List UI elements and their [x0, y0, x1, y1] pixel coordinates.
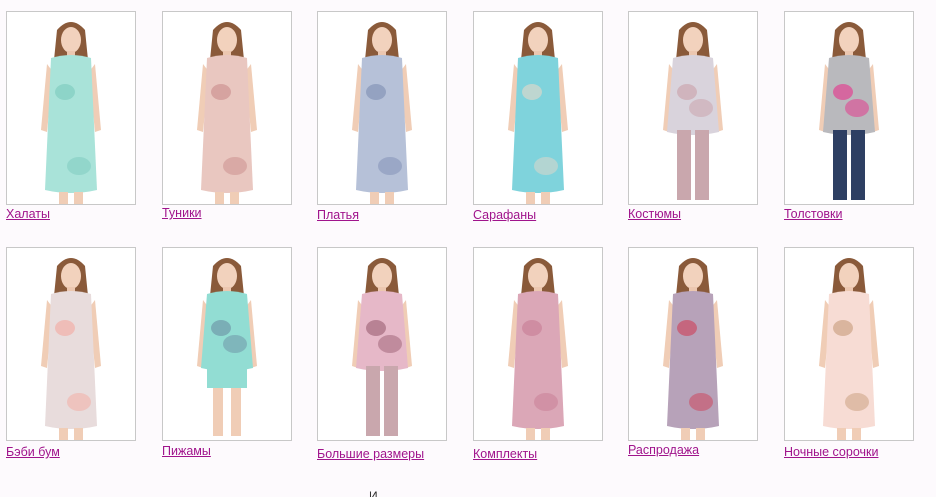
category-card[interactable]: Бэби бум	[6, 247, 136, 459]
category-image-link[interactable]	[317, 247, 447, 441]
category-link[interactable]: Толстовки	[784, 207, 843, 221]
model-photo	[163, 12, 291, 204]
model-photo	[785, 12, 913, 204]
category-card[interactable]: Сарафаны	[473, 11, 603, 222]
footer-text-fragment: И	[369, 489, 378, 497]
model-photo	[785, 248, 913, 440]
category-link[interactable]: Сарафаны	[473, 208, 536, 222]
category-image-link[interactable]	[6, 247, 136, 441]
category-link[interactable]: Туники	[162, 206, 202, 220]
category-card[interactable]: Ночные сорочки	[784, 247, 914, 459]
category-card[interactable]: Платья	[317, 11, 447, 222]
model-photo	[474, 12, 602, 204]
category-image-link[interactable]	[628, 247, 758, 441]
category-image-link[interactable]	[6, 11, 136, 205]
model-photo	[629, 12, 757, 204]
category-link[interactable]: Ночные сорочки	[784, 445, 878, 459]
category-link[interactable]: Бэби бум	[6, 445, 60, 459]
category-image-link[interactable]	[162, 247, 292, 441]
model-photo	[7, 12, 135, 204]
category-link[interactable]: Распродажа	[628, 443, 699, 457]
category-link[interactable]: Халаты	[6, 207, 50, 221]
category-card[interactable]: Пижамы	[162, 247, 292, 458]
category-image-link[interactable]	[784, 247, 914, 441]
model-photo	[7, 248, 135, 440]
model-photo	[474, 248, 602, 440]
category-grid: Халаты Туники Платья Сарафаны Костюмы Толстов…	[0, 0, 936, 497]
category-link[interactable]: Пижамы	[162, 444, 211, 458]
category-card[interactable]: Халаты	[6, 11, 136, 221]
category-link[interactable]: Костюмы	[628, 207, 681, 221]
category-card[interactable]: Толстовки	[784, 11, 914, 221]
model-photo	[318, 12, 446, 204]
category-image-link[interactable]	[162, 11, 292, 205]
model-photo	[629, 248, 757, 440]
category-card[interactable]: Комплекты	[473, 247, 603, 461]
category-link[interactable]: Большие размеры	[317, 447, 424, 461]
category-link[interactable]: Комплекты	[473, 447, 537, 461]
model-photo	[318, 248, 446, 440]
category-card[interactable]: Распродажа	[628, 247, 758, 457]
model-photo	[163, 248, 291, 440]
category-link[interactable]: Платья	[317, 208, 359, 222]
category-card[interactable]: Туники	[162, 11, 292, 220]
category-image-link[interactable]	[473, 11, 603, 205]
category-card[interactable]: Большие размеры	[317, 247, 447, 461]
category-image-link[interactable]	[317, 11, 447, 205]
category-card[interactable]: Костюмы	[628, 11, 758, 221]
category-image-link[interactable]	[628, 11, 758, 205]
category-image-link[interactable]	[473, 247, 603, 441]
category-image-link[interactable]	[784, 11, 914, 205]
